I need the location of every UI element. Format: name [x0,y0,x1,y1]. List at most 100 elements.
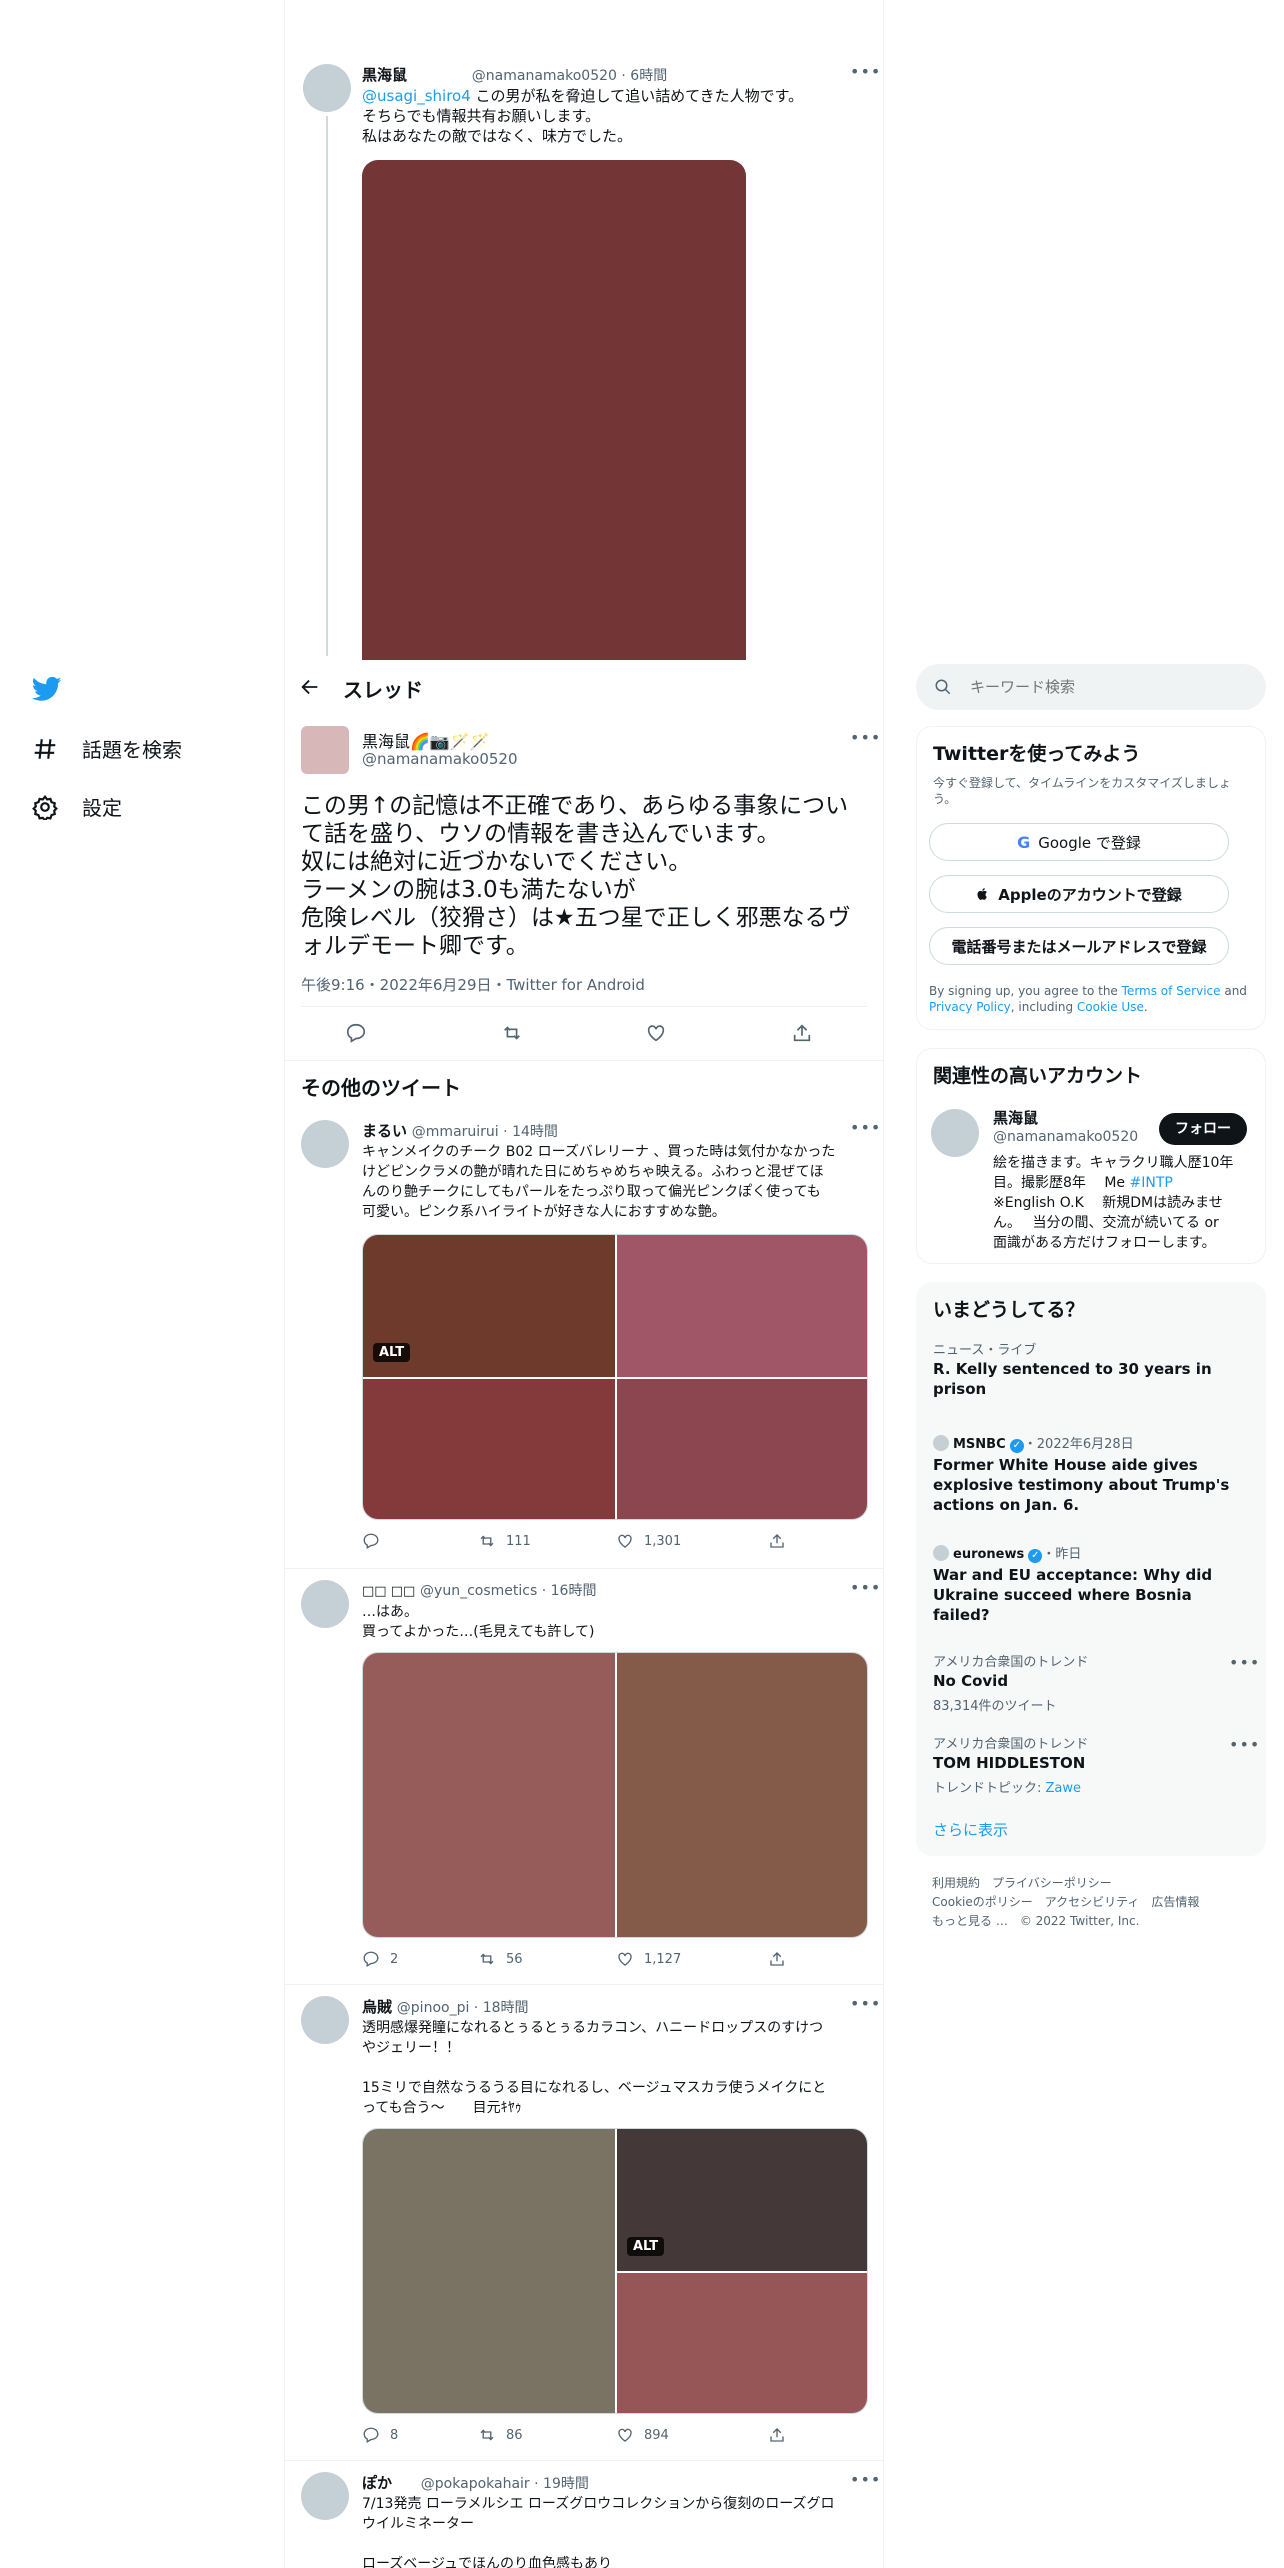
more-options-icon[interactable]: ••• [850,1118,881,1137]
author-handle[interactable]: @pinoo_pi [397,2000,470,2016]
apple-signup-button[interactable]: Appleのアカウントで登録 [929,875,1229,913]
trend-item[interactable]: ニュース・ライブ R. Kelly sentenced to 30 years … [917,1339,1267,1409]
avatar[interactable] [301,1580,349,1628]
related-handle[interactable]: @namanamako0520 [993,1129,1138,1145]
alt-badge[interactable]: ALT [627,2237,665,2256]
trend-item[interactable]: MSNBC ✓ ・2022年6月28日 Former White House ai… [917,1433,1267,1523]
alt-badge[interactable]: ALT [373,1343,411,1362]
terms-link[interactable]: Terms of Service [1122,984,1221,998]
tweet-image[interactable] [617,1235,867,1377]
retweet-button[interactable]: 111 [478,1532,531,1550]
tweet-time[interactable]: 19時間 [543,2476,589,2492]
apple-icon [977,888,988,900]
share-button[interactable] [768,2426,786,2444]
nav-explore[interactable]: 話題を検索 [32,734,182,763]
more-options-icon[interactable]: ••• [850,1578,881,1597]
share-button[interactable] [768,1950,786,1968]
verified-icon: ✓ [1028,1549,1043,1563]
avatar[interactable] [301,1996,349,2044]
search-input[interactable] [970,674,1250,700]
tweet-image[interactable] [362,160,746,660]
more-options-icon[interactable]: ••• [850,728,881,747]
tweet-time[interactable]: 14時間 [512,1124,558,1140]
trend-title-line: War and EU acceptance: Why did [933,1566,1213,1584]
reply-button[interactable]: 8 [362,2426,398,2444]
source-name: euronews [953,1547,1025,1562]
like-button[interactable]: 1,301 [616,1532,681,1550]
reply-icon [363,1951,379,1967]
more-options-icon[interactable]: ••• [850,62,881,81]
author-name[interactable]: 烏賊 [362,1998,392,2016]
like-button[interactable]: 894 [616,2426,669,2444]
tweet-time[interactable]: 6時間 [630,68,667,84]
tweet-time[interactable]: 18時間 [483,2000,529,2016]
tweet-text: …はあ。 買ってよかった…(毛見えても許して) [362,1602,872,1642]
tweet-line: ォルデモート卿です。 [301,933,529,959]
reply-button[interactable] [362,1532,390,1550]
privacy-link[interactable]: Privacy Policy [929,1000,1011,1014]
author-handle[interactable]: @namanamako0520 [362,750,518,768]
retweet-button[interactable]: 56 [478,1950,523,1968]
tweet-meta[interactable]: 午後9:16・2022年6月29日・Twitter for Android [301,974,645,995]
like-icon[interactable] [645,1022,667,1044]
mention-link[interactable]: @usagi_shiro4 [362,87,471,105]
tweet-image[interactable] [617,1379,867,1519]
google-signup-button[interactable]: G Google で登録 [929,823,1229,861]
related-name[interactable]: 黒海鼠 [993,1107,1038,1128]
trend-item[interactable]: euronews ✓ ・昨日 War and EU acceptance: Why… [917,1543,1267,1633]
footer-line[interactable]: 利用規約 プライバシーポリシー [932,1874,1199,1893]
tweet-image[interactable] [363,1379,615,1519]
more-options-icon[interactable]: ••• [850,1994,881,2013]
follow-button[interactable]: フォロー [1159,1113,1247,1145]
show-more-link[interactable]: さらに表示 [933,1819,1008,1840]
search-box[interactable] [916,664,1266,710]
like-button[interactable]: 1,127 [616,1950,681,1968]
trend-item[interactable]: アメリカ合衆国のトレンド ••• No Covid 83,314件のツイート [917,1651,1267,1717]
tweet-image[interactable] [617,2273,867,2413]
tweet-text: 7/13発売 ローラメルシエ ローズグロウコレクションから復刻のローズグロ ウイ… [362,2494,872,2568]
hashtag-link[interactable]: #INTP [1130,1175,1173,1191]
more-options-icon[interactable]: ••• [1229,1735,1260,1754]
phone-email-signup-button[interactable]: 電話番号またはメールアドレスで登録 [929,927,1229,965]
tweet-time[interactable]: 16時間 [551,1583,597,1599]
trend-meta: アメリカ合衆国のトレンド [933,1737,1089,1752]
avatar[interactable] [303,64,351,112]
hashtag-icon [34,738,56,759]
author-handle[interactable]: @namanamako0520 [472,68,617,84]
tweet-header: 烏賊 @pinoo_pi · 18時間 [362,1998,529,2016]
retweet-icon[interactable] [501,1022,523,1044]
tweet-image[interactable] [363,1653,615,1937]
author-name[interactable]: まるい [362,1122,407,1140]
tweet-image[interactable] [363,2129,615,2413]
more-options-icon[interactable]: ••• [1229,1653,1260,1672]
trend-item[interactable]: アメリカ合衆国のトレンド ••• TOM HIDDLESTON トレンドトピック… [917,1733,1267,1799]
author-name[interactable]: ぽか [362,2474,392,2492]
retweet-button[interactable]: 86 [478,2426,523,2444]
back-arrow-icon[interactable] [299,676,323,700]
reply-button[interactable]: 2 [362,1950,398,1968]
author-handle[interactable]: @pokapokahair [421,2476,530,2492]
share-icon[interactable] [791,1022,813,1044]
avatar[interactable] [301,726,349,774]
author-name[interactable]: 黒海鼠🌈📷🪄🪄 [362,728,490,752]
footer-line[interactable]: Cookieのポリシー アクセシビリティ 広告情報 [932,1893,1199,1912]
nav-settings[interactable]: 設定 [32,792,122,821]
tweet-image[interactable] [617,1653,867,1937]
trend-title-line: Former White House aide gives [933,1456,1198,1474]
author-name[interactable]: □□ □□ [362,1584,415,1599]
author-name[interactable]: 黒海鼠 [362,66,407,84]
more-options-icon[interactable]: ••• [850,2470,881,2489]
twitter-logo[interactable] [31,674,64,706]
trend-topic-link[interactable]: Zawe [1046,1781,1082,1796]
more-tweets-title: その他のツイート [301,1076,461,1100]
avatar[interactable] [301,1120,349,1168]
author-handle[interactable]: @mmaruirui [412,1124,499,1140]
cookie-link[interactable]: Cookie Use [1077,1000,1144,1014]
avatar[interactable] [301,2472,349,2520]
share-button[interactable] [768,1532,786,1550]
avatar[interactable] [931,1109,979,1157]
footer-line[interactable]: もっと見る … © 2022 Twitter, Inc. [932,1912,1199,1931]
author-handle[interactable]: @yun_cosmetics [420,1583,537,1599]
like-count: 1,301 [644,1533,682,1549]
reply-icon[interactable] [345,1022,367,1044]
